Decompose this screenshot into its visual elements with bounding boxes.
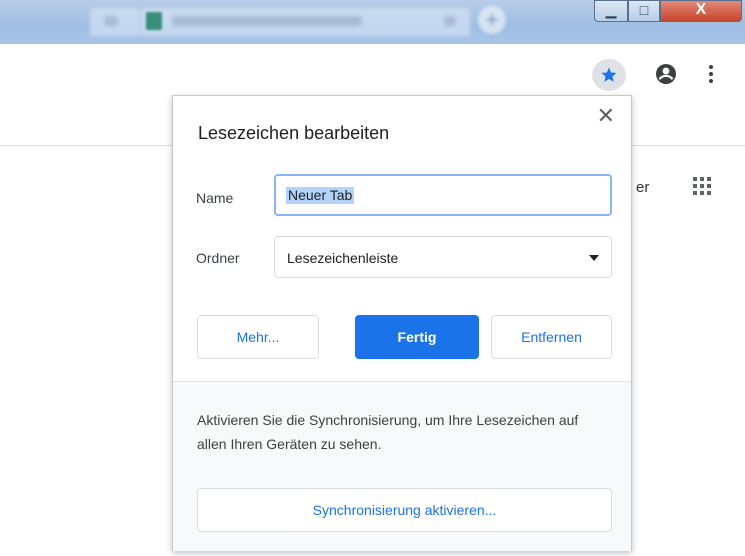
window-minimize-button[interactable]: ▁ xyxy=(594,0,628,22)
folder-label: Ordner xyxy=(196,250,240,266)
name-field[interactable]: Neuer Tab xyxy=(274,174,612,216)
bookmark-star-button[interactable] xyxy=(592,59,626,91)
sync-promo: Aktivieren Sie die Synchronisierung, um … xyxy=(173,381,631,551)
tab-title-blurred xyxy=(172,16,362,26)
enable-sync-button[interactable]: Synchronisierung aktivieren... xyxy=(197,488,612,532)
more-vert-icon[interactable] xyxy=(708,64,714,84)
window-maximize-button[interactable]: □ xyxy=(628,0,660,22)
browser-toolbar xyxy=(0,44,745,102)
title-bar: + ▁ □ X xyxy=(0,0,745,44)
page-partial-text: er xyxy=(636,179,650,196)
new-tab-button[interactable]: + xyxy=(478,6,506,34)
edit-bookmark-dialog: Lesezeichen bearbeiten ✕ Name Neuer Tab … xyxy=(172,95,632,551)
more-button[interactable]: Mehr... xyxy=(197,315,319,359)
name-label: Name xyxy=(196,190,234,206)
tab-favicon-icon xyxy=(146,12,162,30)
chevron-down-icon xyxy=(589,255,599,261)
dialog-title: Lesezeichen bearbeiten xyxy=(198,123,390,143)
tab-previous-close xyxy=(104,16,118,26)
done-button[interactable]: Fertig xyxy=(355,315,479,359)
sync-promo-text: Aktivieren Sie die Synchronisierung, um … xyxy=(197,412,579,452)
remove-button[interactable]: Entfernen xyxy=(491,315,612,359)
star-icon xyxy=(601,67,617,82)
apps-grid-icon[interactable] xyxy=(692,176,712,196)
close-icon[interactable]: ✕ xyxy=(597,104,615,128)
tab-close-blurred xyxy=(444,16,456,26)
account-circle-icon[interactable] xyxy=(654,62,678,86)
name-field-value: Neuer Tab xyxy=(286,187,355,204)
folder-select-value: Lesezeichenleiste xyxy=(287,250,399,266)
folder-select[interactable]: Lesezeichenleiste xyxy=(274,236,612,278)
window-close-button[interactable]: X xyxy=(660,0,742,22)
